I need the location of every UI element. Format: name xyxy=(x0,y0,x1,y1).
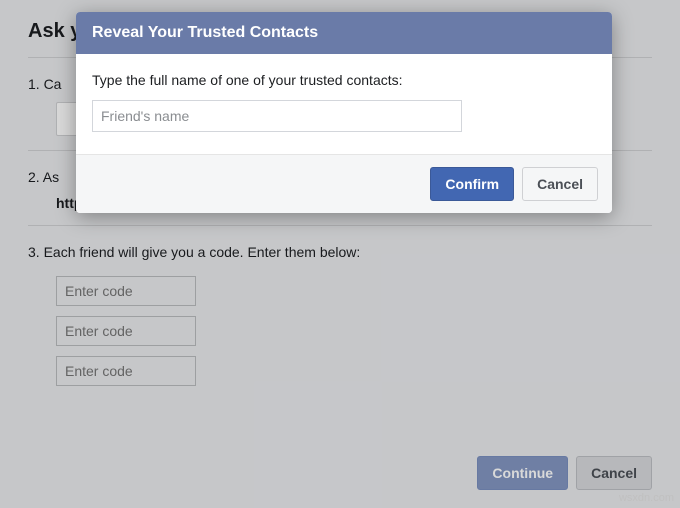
modal-footer: Confirm Cancel xyxy=(76,154,612,213)
modal-cancel-button[interactable]: Cancel xyxy=(522,167,598,201)
modal-prompt: Type the full name of one of your truste… xyxy=(92,72,596,88)
confirm-button[interactable]: Confirm xyxy=(430,167,514,201)
modal-title: Reveal Your Trusted Contacts xyxy=(76,12,612,54)
modal-body: Type the full name of one of your truste… xyxy=(76,54,612,154)
reveal-contacts-modal: Reveal Your Trusted Contacts Type the fu… xyxy=(76,12,612,213)
friend-name-input[interactable] xyxy=(92,100,462,132)
watermark: wsxdn.com xyxy=(619,492,674,504)
